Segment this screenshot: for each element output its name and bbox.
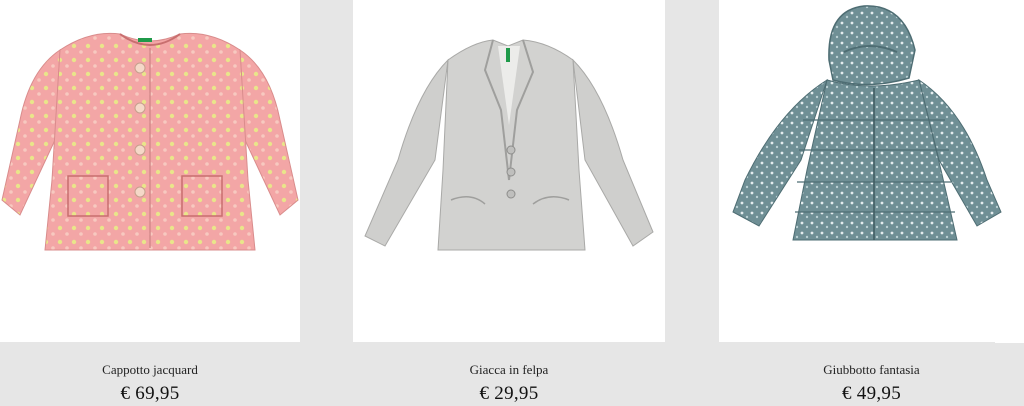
product-card[interactable]: Giubbotto fantasia € 49,95 bbox=[719, 0, 1024, 406]
product-card[interactable]: Cappotto jacquard € 69,95 bbox=[0, 0, 300, 406]
grey-blazer-image bbox=[364, 39, 654, 251]
product-card[interactable]: Giacca in felpa € 29,95 bbox=[353, 0, 665, 406]
partial-next-card-edge bbox=[995, 340, 1024, 343]
product-name[interactable]: Giacca in felpa bbox=[353, 362, 665, 378]
product-grid: Cappotto jacquard € 69,95 Giacca in felp… bbox=[0, 0, 1024, 406]
product-image-link[interactable] bbox=[719, 0, 1024, 342]
product-price: € 69,95 bbox=[120, 383, 180, 404]
pink-coat-image bbox=[1, 32, 299, 251]
product-image-link[interactable] bbox=[353, 0, 665, 342]
product-name[interactable]: Cappotto jacquard bbox=[0, 362, 300, 378]
teal-puffer-jacket-image bbox=[732, 5, 1002, 241]
product-price: € 29,95 bbox=[479, 383, 539, 404]
product-image-link[interactable] bbox=[0, 0, 300, 342]
product-price: € 49,95 bbox=[841, 383, 902, 404]
product-name[interactable]: Giubbotto fantasia bbox=[719, 362, 1024, 378]
